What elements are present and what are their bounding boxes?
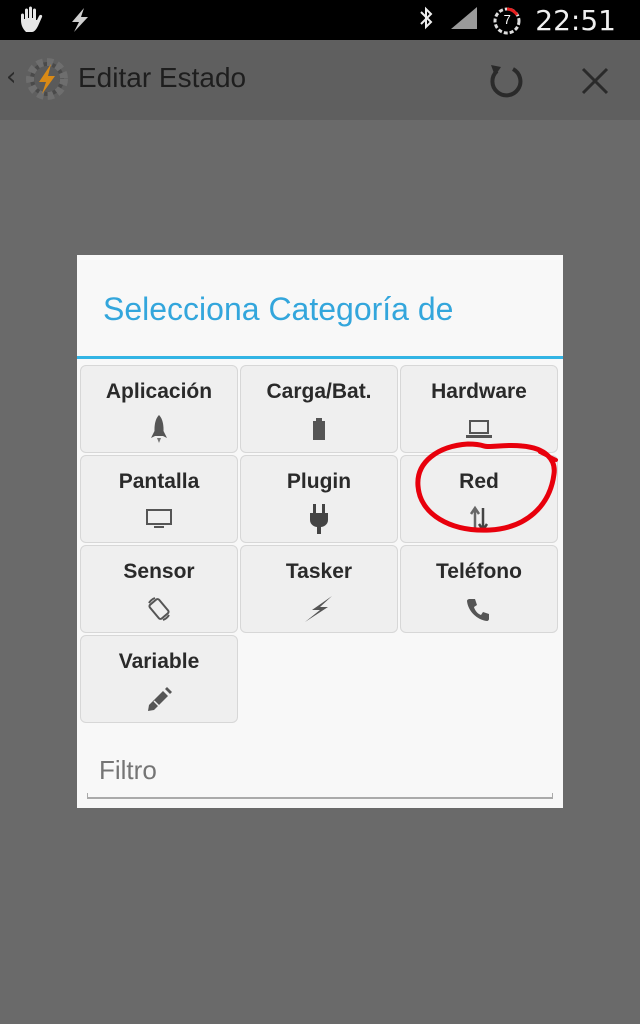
bluetooth-icon	[417, 4, 435, 37]
battery-level-text: 7	[503, 11, 511, 27]
undo-icon	[490, 65, 523, 98]
annotation-circle	[415, 441, 558, 533]
hand-icon	[18, 6, 48, 39]
battery-icon	[241, 414, 397, 444]
title-divider	[77, 356, 563, 359]
category-label: Tasker	[285, 560, 353, 583]
rotate-icon	[81, 594, 237, 624]
category-aplicacion[interactable]: Aplicación	[80, 365, 238, 453]
rocket-icon	[81, 414, 237, 444]
signal-icon	[449, 5, 479, 36]
page-title: Editar Estado	[78, 62, 247, 93]
category-tasker[interactable]: Tasker	[240, 545, 398, 633]
lightning-icon	[66, 6, 92, 39]
filter-input[interactable]	[99, 755, 539, 786]
phone-icon	[401, 594, 557, 624]
pencil-icon	[81, 684, 237, 714]
category-label: Teléfono	[436, 560, 522, 583]
lightning-icon	[241, 594, 397, 624]
category-label: Hardware	[431, 380, 527, 403]
tasker-app-icon[interactable]	[22, 54, 72, 104]
category-label: Carga/Bat.	[266, 380, 372, 403]
category-label: Sensor	[123, 560, 195, 583]
category-carga-bat[interactable]: Carga/Bat.	[240, 365, 398, 453]
close-button[interactable]	[570, 56, 620, 106]
clock: 22:51	[535, 4, 616, 37]
category-sensor[interactable]: Sensor	[80, 545, 238, 633]
plug-icon	[241, 504, 397, 534]
category-label: Variable	[118, 650, 200, 673]
back-icon[interactable]: ‹	[6, 62, 16, 92]
category-plugin[interactable]: Plugin	[240, 455, 398, 543]
category-pantalla[interactable]: Pantalla	[80, 455, 238, 543]
revert-button[interactable]	[480, 56, 530, 106]
action-bar: ‹ Editar Estado	[0, 40, 640, 120]
monitor-icon	[81, 504, 237, 534]
category-label: Aplicación	[105, 380, 213, 403]
category-label: Pantalla	[118, 470, 200, 493]
category-telefono[interactable]: Teléfono	[400, 545, 558, 633]
dialog-title: Selecciona Categoría de	[103, 291, 454, 327]
filter-underline	[87, 793, 553, 799]
battery-icon: 7	[493, 7, 521, 35]
close-icon	[581, 67, 609, 95]
category-variable[interactable]: Variable	[80, 635, 238, 723]
category-label: Plugin	[286, 470, 352, 493]
status-bar: 7 22:51	[0, 0, 640, 40]
